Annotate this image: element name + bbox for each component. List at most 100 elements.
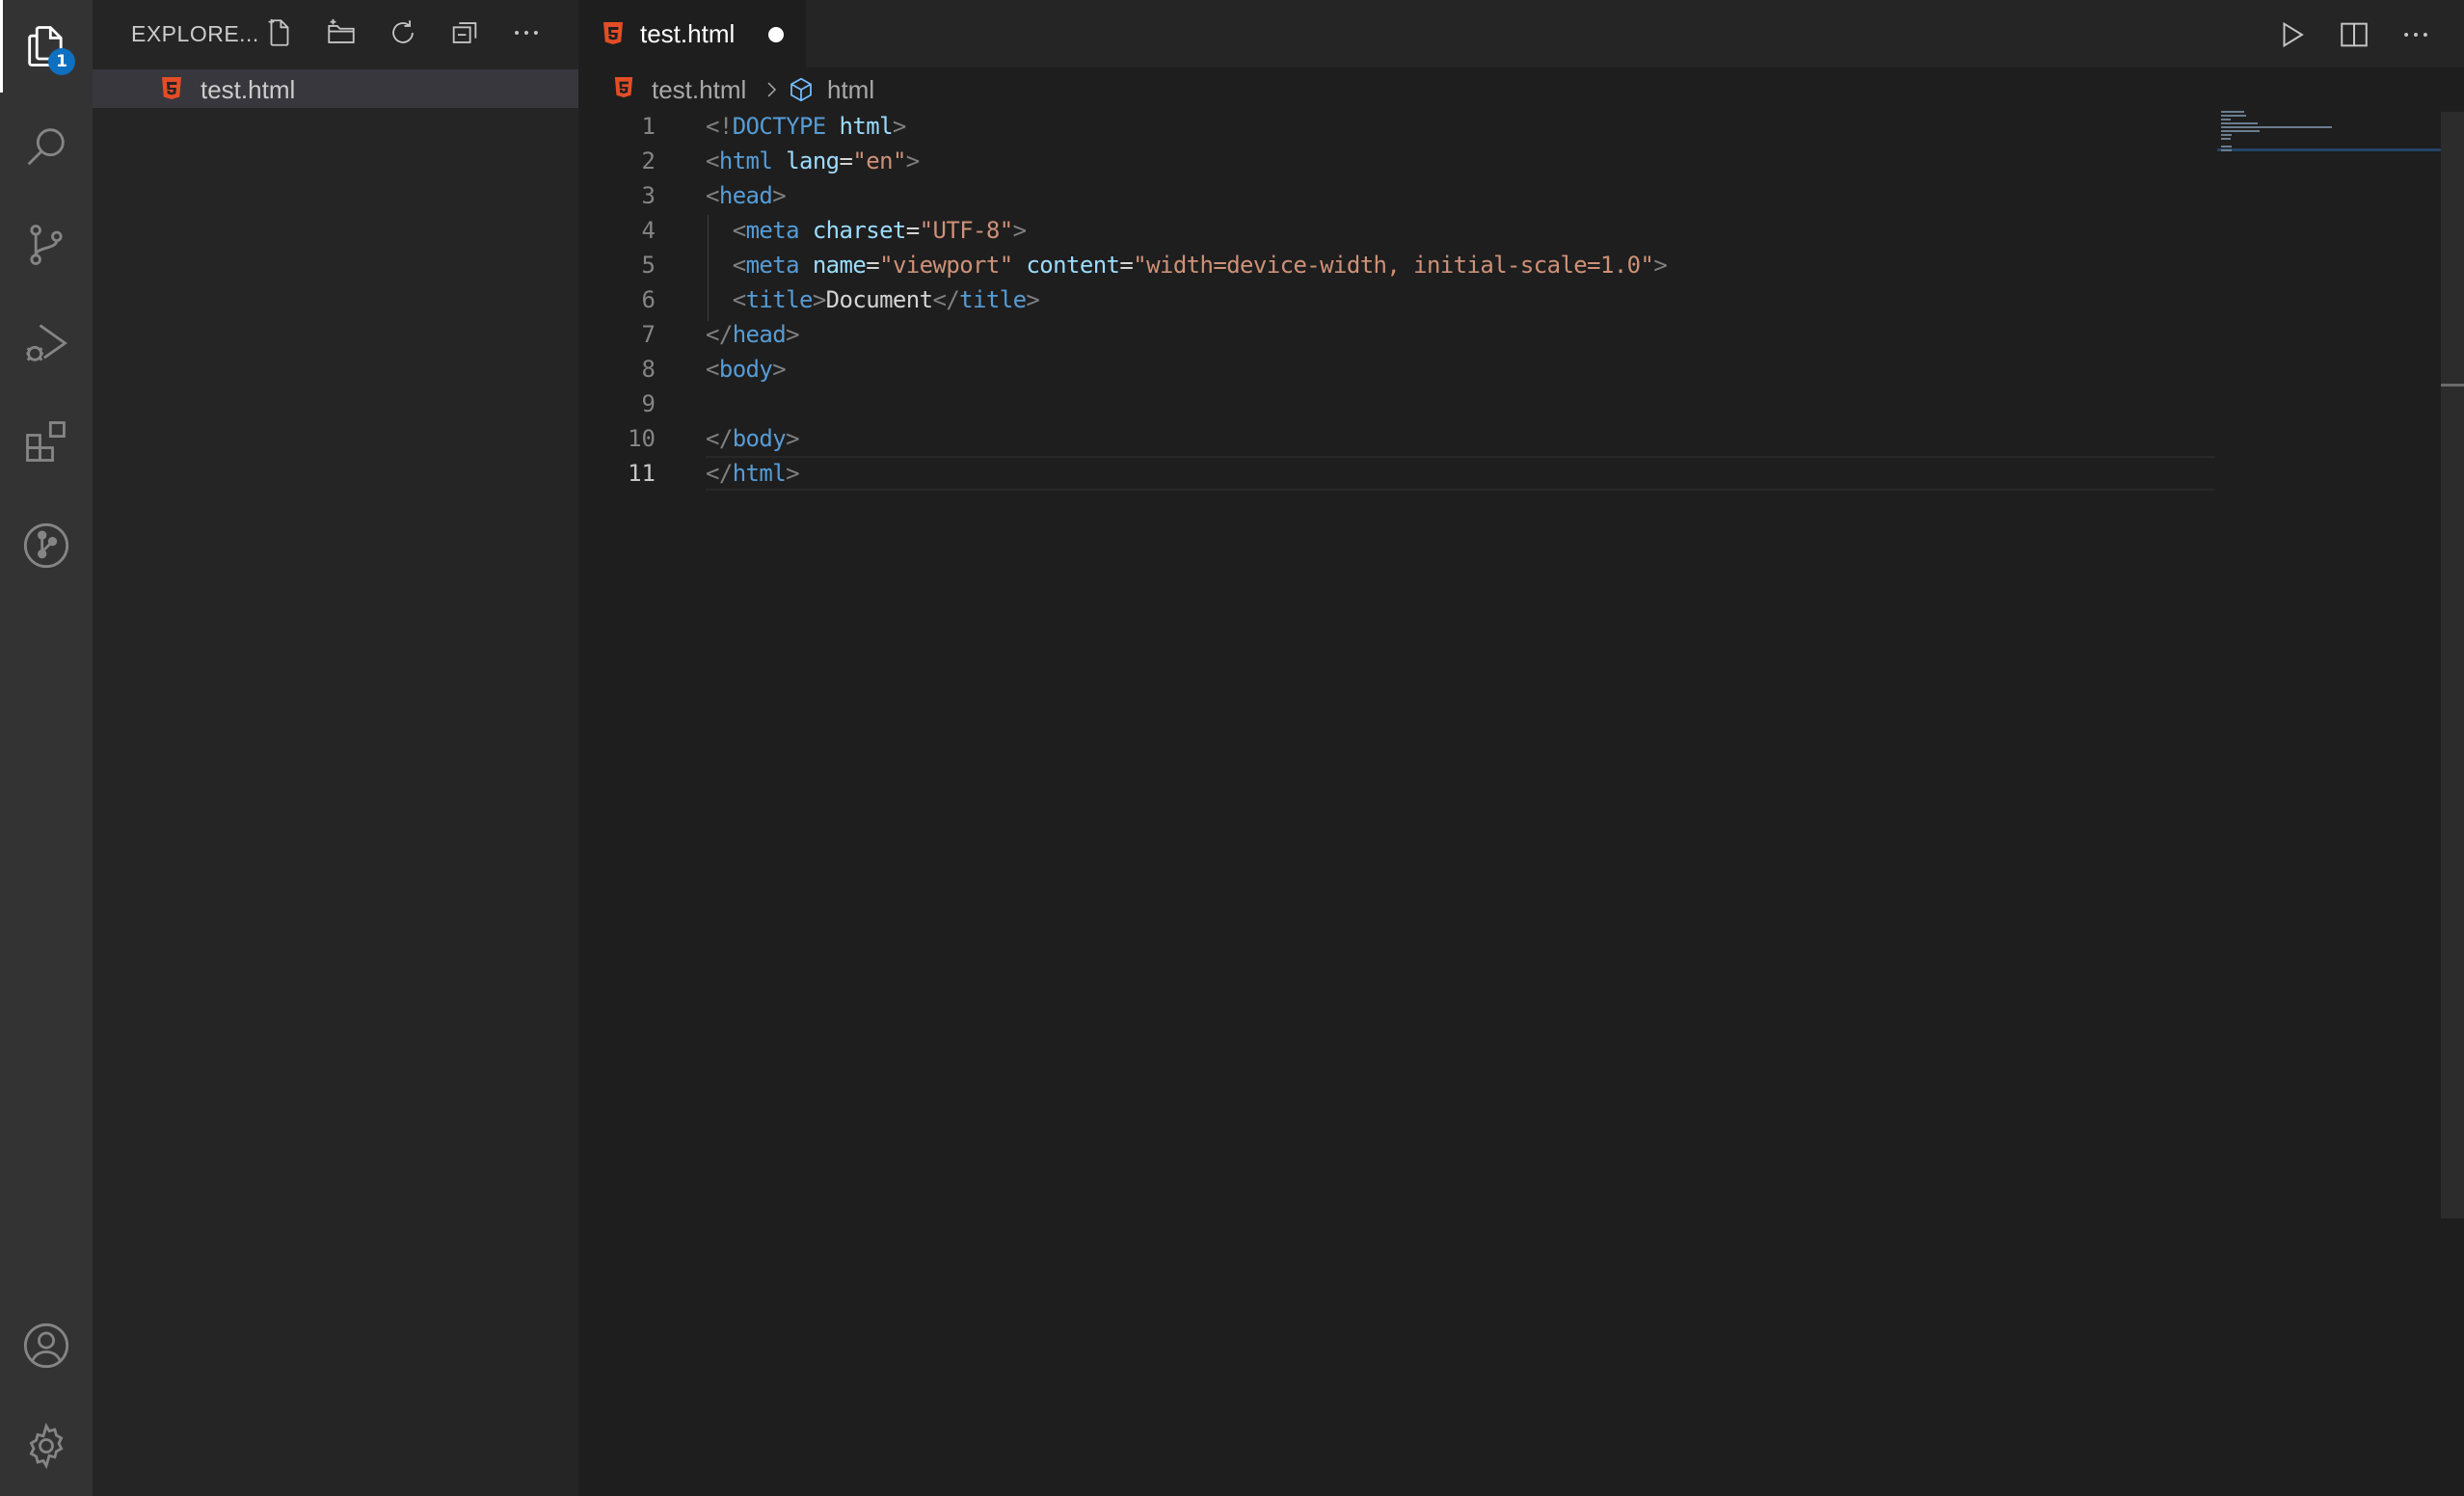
run-button[interactable] — [2271, 13, 2314, 56]
more-icon — [2404, 33, 2427, 37]
code-token: </ — [706, 425, 733, 452]
code-token: meta — [745, 252, 800, 279]
git-graph-icon — [23, 522, 69, 569]
unsaved-dot-icon[interactable] — [768, 27, 784, 42]
run-debug-icon — [26, 324, 67, 361]
code-token: html — [732, 460, 787, 487]
code-token: meta — [745, 217, 800, 244]
breadcrumb-file[interactable]: test.html — [652, 75, 746, 105]
code-token: Document — [825, 286, 933, 313]
explorer-sidebar: EXPLORE... test.html — [93, 0, 578, 1496]
activity-accounts[interactable] — [0, 1299, 93, 1392]
scrollbar-cursor-marker — [2441, 384, 2464, 387]
code-line[interactable]: 8 <body> — [578, 352, 2217, 387]
explorer-header: EXPLORE... — [93, 0, 578, 67]
minimap-line — [2221, 149, 2233, 151]
code-token: < — [706, 356, 719, 383]
activity-run-debug[interactable] — [0, 297, 93, 389]
code-editor[interactable]: 1 <!DOCTYPE html> 2 <html lang="en"> 3 <head>… — [578, 109, 2217, 1458]
new-folder-icon — [328, 18, 355, 43]
vertical-scrollbar[interactable] — [2441, 112, 2464, 1218]
code-line[interactable]: 1 <!DOCTYPE html> — [578, 109, 2217, 144]
code-token: < — [732, 252, 746, 279]
code-token: > — [1026, 286, 1040, 313]
new-folder-button[interactable] — [322, 13, 361, 52]
code-line[interactable]: 3 <head> — [578, 178, 2217, 213]
collapse-all-button[interactable] — [445, 13, 484, 52]
line-number: 11 — [628, 460, 656, 487]
new-file-button[interactable] — [260, 13, 299, 52]
code-line[interactable]: 10 </body> — [578, 421, 2217, 456]
minimap-line — [2221, 146, 2233, 147]
code-line[interactable]: 6 <title>Document</title> — [578, 282, 2217, 317]
line-number: 3 — [641, 182, 656, 209]
code-token: html — [718, 147, 773, 174]
code-token: < — [732, 286, 746, 313]
split-editor-button[interactable] — [2333, 13, 2375, 56]
line-number: 7 — [641, 321, 656, 348]
tab-bar: test.html — [578, 0, 2464, 67]
code-text: <meta charset="UTF-8"> — [706, 213, 1027, 248]
minimap[interactable] — [2217, 109, 2449, 167]
split-editor-icon — [2341, 22, 2368, 47]
activity-explorer[interactable]: 1 — [0, 0, 93, 93]
code-token: body — [718, 356, 773, 383]
editor-more-button[interactable] — [2395, 13, 2437, 56]
code-token: "en" — [852, 147, 906, 174]
code-token: </ — [706, 460, 733, 487]
minimap-line — [2221, 122, 2259, 124]
code-line[interactable]: 2 <html lang="en"> — [578, 144, 2217, 178]
explorer-more-button[interactable] — [507, 13, 546, 52]
minimap-current-line — [2217, 148, 2449, 151]
code-token: html — [839, 113, 894, 140]
code-token: > — [1653, 252, 1668, 279]
code-line[interactable]: 4 <meta charset="UTF-8"> — [578, 213, 2217, 248]
code-line[interactable]: 9 — [578, 387, 2217, 421]
refresh-icon — [392, 20, 414, 43]
code-text: <!DOCTYPE html> — [706, 109, 906, 144]
code-token: charset — [812, 217, 907, 244]
code-token: > — [812, 286, 826, 313]
code-token: <! — [706, 113, 733, 140]
line-number: 6 — [641, 286, 656, 313]
code-token: > — [786, 460, 799, 487]
line-number: 4 — [641, 217, 656, 244]
code-token: title — [959, 286, 1027, 313]
code-token: = — [905, 217, 920, 244]
code-line[interactable]: 11 </html> — [578, 456, 2217, 491]
activity-search[interactable] — [0, 100, 93, 193]
code-line[interactable]: 5 <meta name="viewport" content="width=d… — [578, 248, 2217, 282]
activity-settings[interactable] — [0, 1400, 93, 1492]
code-token: "viewport" — [879, 252, 1013, 279]
current-line-highlight — [706, 456, 2215, 491]
activity-git-graph[interactable] — [0, 499, 93, 592]
code-line[interactable]: 7 </head> — [578, 317, 2217, 352]
html5-icon — [162, 77, 181, 99]
breadcrumb-symbol[interactable]: html — [827, 75, 874, 105]
settings-gear-icon — [29, 1422, 64, 1470]
code-text: <title>Document</title> — [706, 282, 1040, 317]
refresh-button[interactable] — [384, 13, 422, 52]
tab-test-html[interactable]: test.html — [578, 0, 806, 67]
line-number: 8 — [641, 356, 656, 383]
activity-source-control[interactable] — [0, 199, 93, 291]
line-number: 10 — [628, 425, 656, 452]
code-text: </body> — [706, 421, 800, 456]
minimap-line — [2221, 134, 2233, 136]
code-token: > — [786, 321, 799, 348]
file-tree-item[interactable]: test.html — [93, 69, 578, 108]
code-token: head — [732, 321, 787, 348]
code-token: </ — [932, 286, 960, 313]
code-token: > — [772, 182, 787, 209]
code-text: <head> — [706, 178, 787, 213]
search-icon — [27, 128, 65, 166]
explorer-badge: 1 — [48, 48, 75, 75]
symbol-element-icon — [790, 77, 812, 102]
activity-extensions[interactable] — [0, 395, 93, 488]
file-tree-label: test.html — [201, 75, 296, 104]
editor-group: test.html test.html html 1 <!DOCTYPE htm… — [578, 0, 2464, 1496]
minimap-line — [2221, 115, 2246, 117]
